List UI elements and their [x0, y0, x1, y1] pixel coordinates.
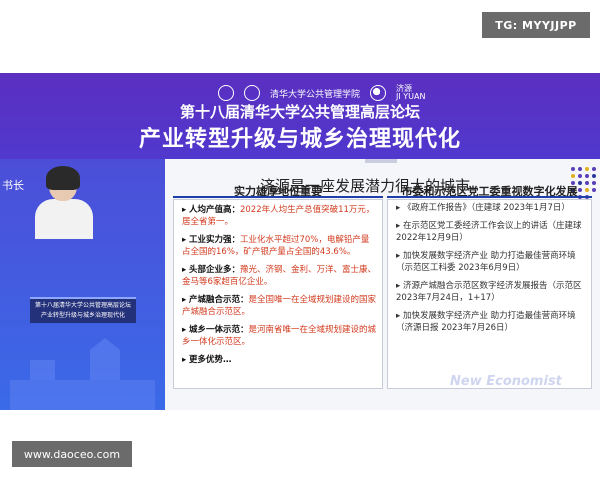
jiyuan-sub: JI YUAN [396, 92, 426, 101]
right-header-underline [387, 196, 592, 198]
list-item: 头部企业多：豫光、济钢、金利、万洋、富士康、金马等6家超百亿企业。 [182, 264, 376, 288]
documents-list: 《政府工作报告》（庄建球 2023年1月7日） 在示范区党工委经济工作会议上的讲… [388, 200, 591, 334]
jiyuan-logo-text: 济源 JI YUAN [396, 85, 425, 101]
item-key: 城乡一体示范： [188, 325, 249, 335]
list-item: 更多优势… [182, 354, 376, 366]
item-key: 头部企业多： [188, 265, 240, 275]
left-header-underline [173, 196, 383, 198]
tsinghua-emblem-icon [244, 85, 260, 101]
tsinghua-seal-icon [218, 85, 234, 101]
forum-title: 第十八届清华大学公共管理高层论坛 [179, 103, 420, 121]
speaker-panel: 书长 第十八届清华大学公共管理高层论坛 产业转型升级与城乡治理现代化 [0, 159, 165, 410]
tg-badge: TG: MYYJJPP [482, 12, 590, 38]
list-item: 《政府工作报告》（庄建球 2023年1月7日） [396, 202, 585, 214]
list-item: 产城融合示范：是全国唯一在全域规划建设的国家产城融合示范区。 [182, 294, 376, 318]
podium-line1: 第十八届清华大学公共管理高层论坛 [34, 302, 131, 309]
list-item: 工业实力强：工业化水平超过70%，电解铅产量占全国的16%，矿产银产量占全国的4… [182, 234, 376, 258]
left-column: 人均产值高：2022年人均生产总值突破11万元，居全省第一。 工业实力强：工业化… [173, 199, 383, 389]
podium-line2: 产业转型升级与城乡治理现代化 [40, 312, 125, 319]
jiyuan-logo-icon [370, 85, 387, 101]
item-key: 工业实力强： [188, 235, 240, 245]
list-item: 济源产城融合示范区数字经济发展报告（示范区 2023年7月24日，1+17） [396, 280, 585, 304]
video-frame: 清华大学公共管理学院 济源 JI YUAN 第十八届清华大学公共管理高层论坛 产… [0, 73, 600, 410]
speaker-body [35, 199, 93, 239]
new-economist-watermark: New Economist [450, 374, 562, 389]
speaker-hair [46, 166, 80, 190]
item-key: 人均产值高： [188, 205, 240, 215]
speaker-tag: 书长 [2, 179, 24, 192]
presentation-slide: 济源是一座发展潜力很大的城市 实力雄厚地位重要 市委和示范区党工委重视数字化发展… [165, 159, 600, 410]
list-item: 城乡一体示范：是河南省唯一在全域规划建设的城乡一体化示范区。 [182, 324, 376, 348]
website-badge: www.daoceo.com [12, 441, 132, 467]
list-item: 在示范区党工委经济工作会议上的讲话（庄建球 2022年12月9日） [396, 220, 585, 244]
item-key: 更多优势… [188, 355, 232, 365]
podium: 第十八届清华大学公共管理高层论坛 产业转型升级与城乡治理现代化 [30, 297, 136, 323]
forum-subtitle: 产业转型升级与城乡治理现代化 [138, 126, 461, 152]
campus-silhouette-icon [10, 338, 155, 410]
header-logos: 清华大学公共管理学院 济源 JI YUAN [218, 83, 425, 103]
right-column: 《政府工作报告》（庄建球 2023年1月7日） 在示范区党工委经济工作会议上的讲… [387, 199, 592, 389]
tsinghua-logo-text: 清华大学公共管理学院 [270, 89, 361, 100]
list-item: 加快发展数字经济产业 助力打造最佳营商环境（济源日报 2023年7月26日） [396, 310, 585, 334]
list-item: 人均产值高：2022年人均生产总值突破11万元，居全省第一。 [182, 204, 376, 228]
list-item: 加快发展数字经济产业 助力打造最佳营商环境（示范区工科委 2023年6月9日） [396, 250, 585, 274]
item-key: 产城融合示范： [188, 295, 249, 305]
strengths-list: 人均产值高：2022年人均生产总值突破11万元，居全省第一。 工业实力强：工业化… [174, 200, 382, 366]
slide-topbar [365, 159, 397, 163]
